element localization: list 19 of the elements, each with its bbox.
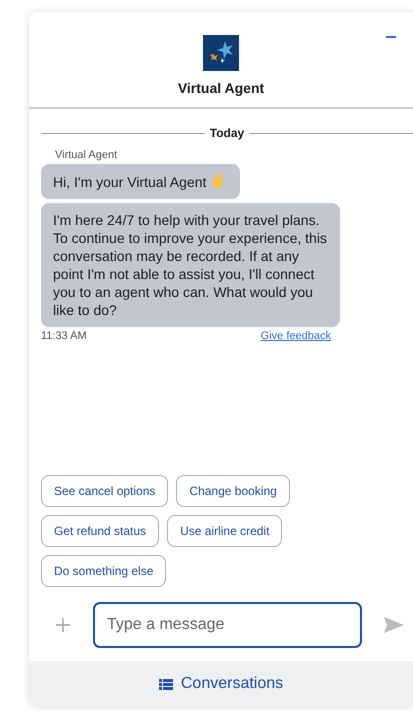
quick-reply-button[interactable]: Change booking bbox=[176, 475, 290, 507]
message-bubble: I'm here 24/7 to help with your travel plans. To continue to improve your experience, this conversation may be recorded. If at any point I'm not able to assist you, I'll connect you to an agent who can. What would you like to do? bbox=[41, 203, 340, 327]
message-input[interactable]: Type a message bbox=[93, 602, 362, 648]
list-icon bbox=[158, 678, 173, 690]
window-title: Virtual Agent bbox=[178, 80, 264, 96]
logo-icon bbox=[203, 35, 239, 71]
plus-icon bbox=[56, 618, 70, 632]
send-button[interactable] bbox=[384, 617, 404, 633]
quick-reply-button[interactable]: Do something else bbox=[41, 555, 166, 587]
message-bubble: Hi, I'm your Virtual Agent bbox=[41, 164, 240, 199]
quick-reply-button[interactable]: Get refund status bbox=[41, 515, 160, 547]
quick-reply-button[interactable]: See cancel options bbox=[41, 475, 168, 507]
send-icon bbox=[384, 617, 404, 633]
date-divider: Today bbox=[210, 126, 244, 140]
quick-reply-button[interactable]: Use airline credit bbox=[167, 515, 282, 547]
sender-name: Virtual Agent bbox=[55, 149, 118, 161]
minimize-icon bbox=[386, 36, 396, 38]
timestamp: 11:33 AM bbox=[41, 330, 87, 342]
feedback-link[interactable]: Give feedback bbox=[260, 330, 331, 342]
